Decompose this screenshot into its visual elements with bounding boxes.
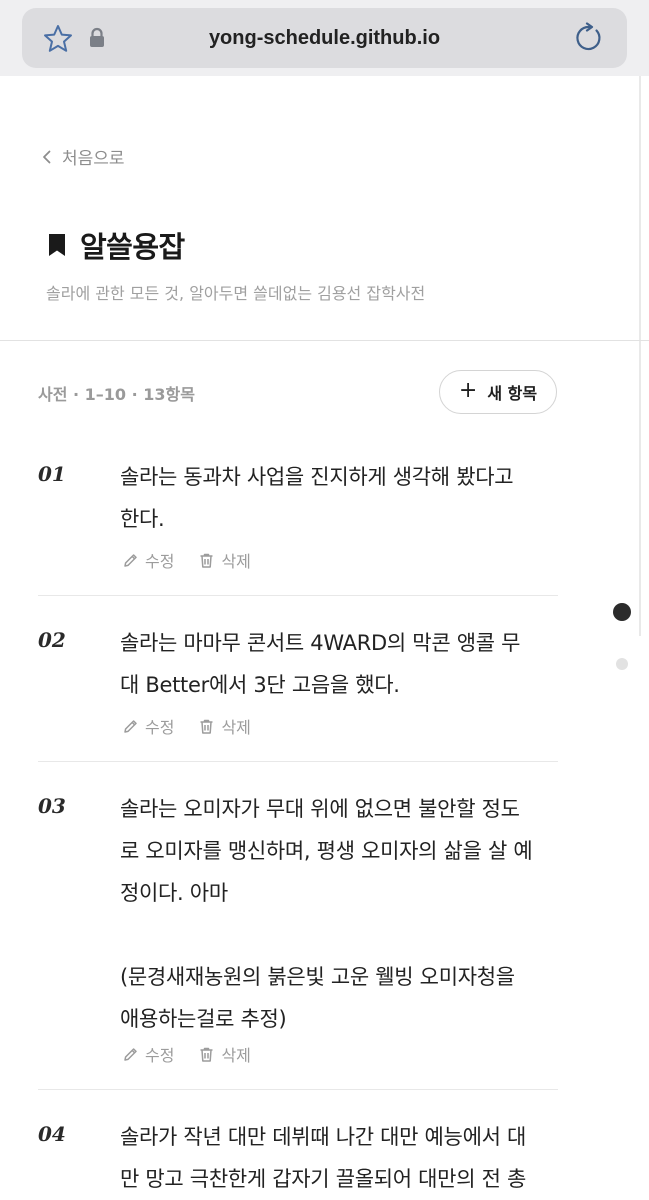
- edit-label: 수정: [145, 1046, 175, 1065]
- entry-actions: 수정 삭제: [122, 548, 251, 572]
- back-link[interactable]: 처음으로: [40, 144, 125, 169]
- entry-number: 01: [38, 462, 66, 486]
- plus-icon: +: [458, 378, 478, 403]
- entry-number: 02: [38, 628, 66, 652]
- entry-number: 03: [38, 794, 66, 818]
- page-indicator-dot[interactable]: [616, 658, 628, 670]
- delete-button[interactable]: 삭제: [198, 1042, 251, 1066]
- chevron-left-icon: [43, 150, 51, 163]
- entry-line: 정이다. 아마: [120, 881, 228, 905]
- page-subtitle: 솔라에 관한 모든 것, 알아두면 쓸데없는 김용선 잡학사전: [46, 284, 426, 303]
- entry-actions: 수정 삭제: [122, 714, 251, 738]
- entry-line: 솔라는 오미자가 무대 위에 없으면 불안할 정도: [120, 797, 520, 821]
- star-icon[interactable]: [42, 23, 74, 55]
- entry-line: 솔라는 마마무 콘서트 4WARD의 막콘 앵콜 무: [120, 631, 521, 655]
- trash-icon: [200, 719, 213, 734]
- entry-line: 한다.: [120, 507, 165, 531]
- entry-line: 로 오미자를 맹신하며, 평생 오미자의 삶을 살 예: [120, 839, 533, 863]
- back-link-label: 처음으로: [62, 149, 125, 169]
- delete-button[interactable]: 삭제: [198, 548, 251, 572]
- edit-label: 수정: [145, 718, 175, 737]
- entry-line: 솔라가 작년 대만 데뷔때 나간 대만 예능에서 대: [120, 1125, 527, 1149]
- entry-divider: [38, 1089, 558, 1090]
- list-summary: 사전 · 1–10 · 13항목: [38, 385, 195, 404]
- entry-line: 애용하는걸로 추정): [120, 1007, 287, 1031]
- entry-text: 솔라는 마마무 콘서트 4WARD의 막콘 앵콜 무 대 Better에서 3단…: [120, 622, 560, 706]
- entry-line: [120, 914, 560, 956]
- page-content: 처음으로 알쓸용잡 솔라에 관한 모든 것, 알아두면 쓸데없는 김용선 잡학사…: [0, 76, 649, 1200]
- entry-text: 솔라는 동과차 사업을 진지하게 생각해 봤다고 한다.: [120, 456, 560, 540]
- pencil-icon: [124, 1047, 137, 1061]
- entry-actions: 수정 삭제: [122, 1042, 251, 1066]
- trash-icon: [200, 553, 213, 568]
- url-text: yong-schedule.github.io: [208, 27, 441, 49]
- edit-button[interactable]: 수정: [122, 714, 174, 738]
- title-row: 알쓸용잡: [46, 224, 185, 266]
- entry-text: 솔라는 오미자가 무대 위에 없으면 불안할 정도 로 오미자를 맹신하며, 평…: [120, 788, 560, 1040]
- reload-icon[interactable]: [573, 22, 605, 54]
- pencil-icon: [124, 719, 137, 733]
- entry-line: 솔라는 동과차 사업을 진지하게 생각해 봤다고: [120, 465, 514, 489]
- browser-toolbar: yong-schedule.github.io: [0, 0, 649, 76]
- edit-button[interactable]: 수정: [122, 1042, 174, 1066]
- pencil-icon: [124, 553, 137, 567]
- edit-button[interactable]: 수정: [122, 548, 174, 572]
- entry-divider: [38, 595, 558, 596]
- entry-line: 대 Better에서 3단 고음을 했다.: [120, 673, 400, 697]
- entry-text: 솔라가 작년 대만 데뷔때 나간 대만 예능에서 대 만 망고 극찬한게 갑자기…: [120, 1116, 560, 1200]
- delete-label: 삭제: [221, 552, 251, 571]
- header-divider: [0, 340, 649, 341]
- entry-line: (문경새재농원의 붉은빛 고운 웰빙 오미자청을: [120, 965, 515, 989]
- delete-label: 삭제: [221, 1046, 251, 1065]
- address-bar[interactable]: yong-schedule.github.io: [22, 8, 627, 68]
- edit-label: 수정: [145, 552, 175, 571]
- lock-icon: [90, 27, 104, 47]
- entry-number: 04: [38, 1122, 66, 1146]
- entry-line: 만 망고 극찬한게 갑자기 끌올되어 대만의 전 총: [120, 1167, 527, 1191]
- entry-divider: [38, 761, 558, 762]
- bookmark-icon: [49, 234, 65, 256]
- page-indicator-dot-active[interactable]: [613, 603, 631, 621]
- page-title: 알쓸용잡: [80, 230, 185, 264]
- new-entry-button[interactable]: + 새 항목: [439, 370, 557, 414]
- scroll-track: [639, 76, 641, 636]
- delete-label: 삭제: [221, 718, 251, 737]
- delete-button[interactable]: 삭제: [198, 714, 251, 738]
- new-entry-label: 새 항목: [487, 384, 538, 403]
- trash-icon: [200, 1047, 213, 1062]
